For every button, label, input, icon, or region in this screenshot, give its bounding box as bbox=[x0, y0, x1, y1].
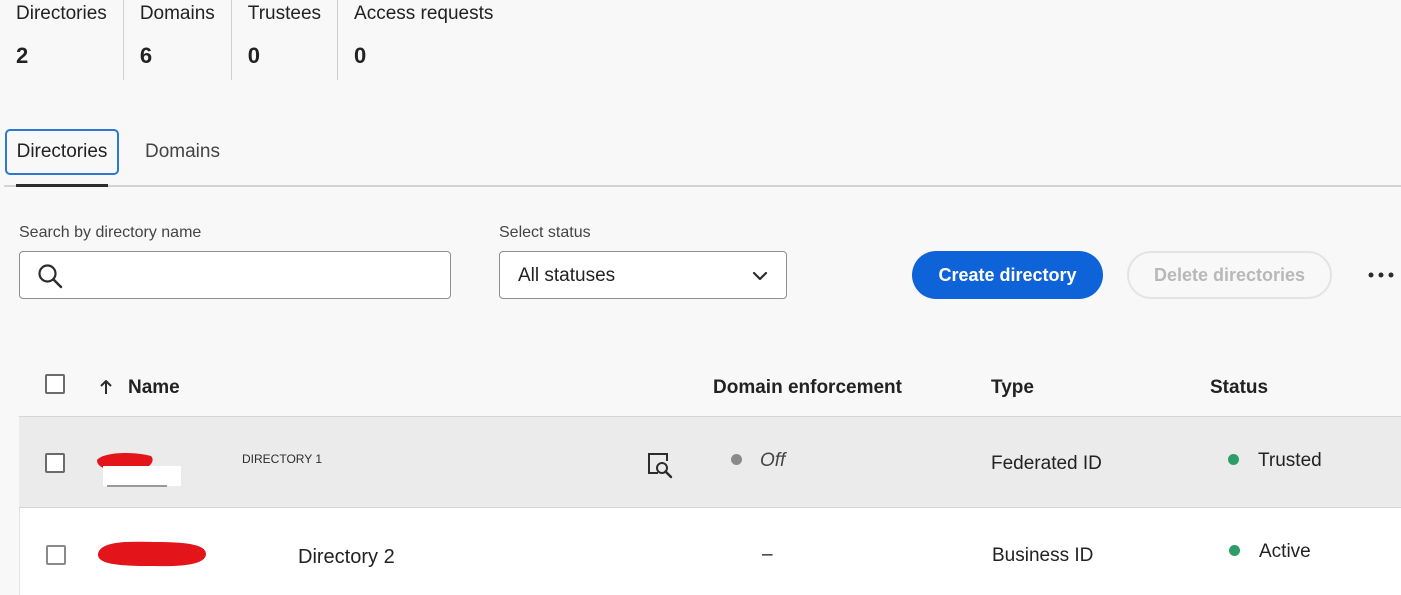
search-icon bbox=[38, 264, 63, 289]
tab-domains[interactable]: Domains bbox=[145, 129, 220, 175]
stat-access-requests: Access requests 0 bbox=[337, 0, 509, 80]
row-checkbox[interactable] bbox=[46, 545, 66, 565]
tab-divider bbox=[4, 185, 1401, 187]
tab-bar: Directories Domains bbox=[0, 126, 1401, 188]
delete-directories-button[interactable]: Delete directories bbox=[1127, 251, 1332, 299]
create-directory-button[interactable]: Create directory bbox=[912, 251, 1103, 299]
stat-directories: Directories 2 bbox=[0, 0, 123, 80]
stat-value: 6 bbox=[139, 43, 153, 68]
more-icon[interactable] bbox=[1366, 266, 1396, 284]
redaction-mark bbox=[97, 541, 206, 567]
status-value: Trusted bbox=[1258, 450, 1322, 471]
stat-label: Access requests bbox=[354, 3, 494, 24]
stat-domains: Domains 6 bbox=[122, 0, 231, 80]
column-header-name[interactable]: Name bbox=[128, 377, 180, 399]
enforcement-dot bbox=[731, 454, 742, 465]
stat-label: Directories bbox=[16, 3, 107, 24]
domain-enforcement-value: – bbox=[762, 544, 773, 565]
stat-value: 0 bbox=[354, 43, 367, 68]
directory-type: Business ID bbox=[992, 545, 1094, 566]
arrow-up-icon[interactable] bbox=[99, 378, 113, 396]
preview-search-icon[interactable] bbox=[646, 451, 674, 479]
status-label: Select status bbox=[499, 224, 591, 241]
selected-tab-indicator bbox=[16, 184, 108, 187]
status-select[interactable]: All statuses bbox=[499, 251, 787, 299]
column-header-type: Type bbox=[991, 377, 1034, 398]
search-label: Search by directory name bbox=[19, 224, 202, 241]
column-header-domain-enforcement: Domain enforcement bbox=[713, 377, 902, 398]
identity-directories-page: Directories 2 Domains 6 Trustees 0 Acces… bbox=[0, 0, 1401, 595]
row-checkbox[interactable] bbox=[45, 453, 65, 473]
chevron-down-icon bbox=[752, 271, 768, 281]
table-row[interactable]: DIRECTORY 1 Off Federated ID Trusted bbox=[19, 416, 1401, 508]
search-field[interactable] bbox=[19, 251, 451, 299]
directory-name[interactable]: DIRECTORY 1 bbox=[242, 452, 322, 466]
status-dot bbox=[1228, 454, 1239, 465]
tab-directories[interactable]: Directories bbox=[5, 129, 119, 175]
status-select-value: All statuses bbox=[518, 265, 616, 286]
search-input[interactable] bbox=[74, 260, 434, 290]
summary-stats: Directories 2 Domains 6 Trustees 0 Acces… bbox=[0, 0, 509, 80]
stat-value: 2 bbox=[16, 43, 29, 68]
column-header-status: Status bbox=[1210, 377, 1269, 398]
stat-label: Domains bbox=[139, 3, 215, 24]
redaction-mark bbox=[97, 452, 181, 487]
status-dot bbox=[1229, 545, 1240, 556]
stat-trustees: Trustees 0 bbox=[230, 0, 337, 80]
stat-value: 0 bbox=[247, 43, 261, 68]
directory-name[interactable]: Directory 2 bbox=[298, 546, 395, 569]
status-value: Active bbox=[1259, 541, 1311, 562]
select-all-checkbox[interactable] bbox=[45, 374, 65, 394]
directory-type: Federated ID bbox=[991, 453, 1102, 474]
stat-label: Trustees bbox=[247, 3, 322, 24]
table-row[interactable]: Directory 2 – Business ID Active bbox=[19, 508, 1401, 595]
domain-enforcement-value: Off bbox=[760, 450, 786, 471]
